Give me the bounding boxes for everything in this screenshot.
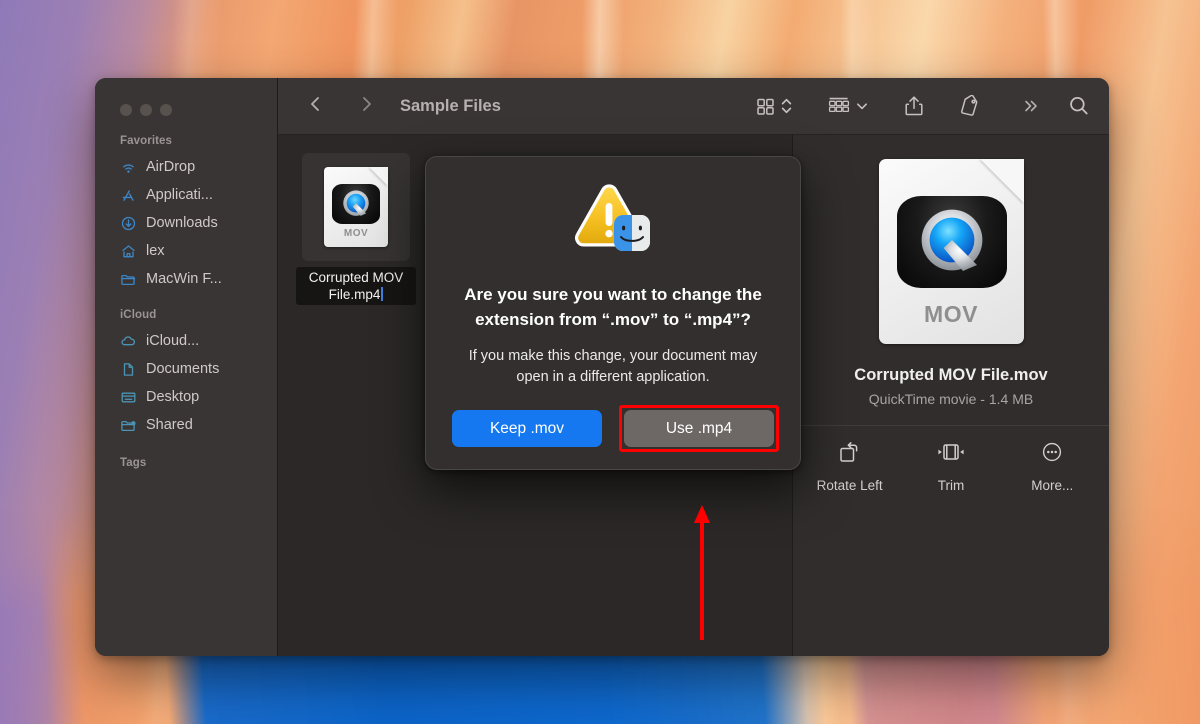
file-tile[interactable]: MOV Corrupted MOV File.mp4 — [296, 153, 416, 305]
preview-action-label: Rotate Left — [816, 478, 883, 493]
sidebar-item-shared[interactable]: Shared — [95, 411, 277, 439]
preview-pane: MOV Corrupted MOV File.mov QuickTime mov… — [792, 135, 1109, 656]
sidebar-item-label: Shared — [146, 417, 193, 433]
preview-metadata: QuickTime movie - 1.4 MB — [868, 391, 1034, 407]
annotation-arrow — [694, 505, 710, 640]
sidebar-item-documents[interactable]: Documents — [95, 355, 277, 383]
preview-filename: Corrupted MOV File.mov — [854, 366, 1048, 384]
downloads-icon — [120, 215, 137, 232]
sidebar-item-label: AirDrop — [146, 159, 196, 175]
preview-action-label: More... — [1031, 478, 1074, 493]
shared-folder-icon — [120, 417, 137, 434]
dialog-icon — [452, 181, 774, 264]
finder-sidebar: Favorites AirDrop Applicati... Downloads… — [95, 78, 278, 656]
group-by-icon — [827, 95, 851, 117]
more-button[interactable]: More... — [1004, 440, 1100, 493]
use-mp4-button[interactable]: Use .mp4 — [624, 410, 774, 447]
chevron-up-down-icon — [780, 95, 793, 117]
preview-action-label: Trim — [937, 478, 965, 493]
finder-warning-icon — [568, 181, 658, 264]
desktop-icon — [120, 389, 137, 406]
search-button[interactable] — [1067, 94, 1091, 118]
sidebar-section-title-tags: Tags — [120, 457, 147, 469]
sidebar-section-icloud: iCloud iCloud... Documents Desktop Share… — [95, 309, 277, 439]
minimize-button[interactable] — [140, 104, 152, 116]
page-title: Sample Files — [400, 96, 501, 115]
sidebar-item-label: iCloud... — [146, 333, 200, 349]
airdrop-icon — [120, 159, 137, 176]
view-options-control[interactable] — [755, 95, 793, 117]
text-cursor — [381, 287, 384, 301]
finder-toolbar: Sample Files — [278, 78, 1109, 135]
more-toolbar-button[interactable] — [1021, 96, 1041, 116]
file-thumbnail[interactable]: MOV — [302, 153, 410, 261]
sidebar-item-label: Downloads — [146, 215, 218, 231]
sidebar-item-label: Applicati... — [146, 187, 213, 203]
file-rename-value: Corrupted MOV File.mp4 — [308, 270, 404, 302]
sidebar-item-home[interactable]: lex — [95, 237, 277, 265]
sidebar-item-label: Desktop — [146, 389, 200, 405]
sidebar-section-title-favorites: Favorites — [120, 135, 173, 147]
trim-button[interactable]: Trim — [903, 440, 999, 493]
preview-actions: Rotate Left Trim More... — [793, 426, 1109, 493]
sidebar-item-downloads[interactable]: Downloads — [95, 209, 277, 237]
applications-icon — [120, 187, 137, 204]
quicktime-document-icon: MOV — [878, 159, 1024, 344]
tag-icon — [957, 95, 981, 117]
sidebar-section-tags: Tags — [95, 455, 277, 475]
share-button[interactable] — [903, 94, 925, 118]
use-mp4-button-wrap: Use .mp4 — [619, 405, 779, 452]
search-icon — [1067, 94, 1091, 118]
grid-view-icon — [755, 96, 776, 117]
maximize-button[interactable] — [160, 104, 172, 116]
document-icon — [120, 361, 137, 378]
tag-button[interactable] — [957, 95, 981, 117]
chevron-right-icon — [358, 94, 376, 119]
chevron-left-icon — [306, 94, 324, 119]
quicktime-document-icon: MOV — [324, 167, 388, 247]
sidebar-item-label: MacWin F... — [146, 271, 222, 287]
preview-file-type-label: MOV — [924, 301, 978, 327]
sidebar-item-desktop[interactable]: Desktop — [95, 383, 277, 411]
home-icon — [120, 243, 137, 260]
share-icon — [903, 94, 925, 118]
cloud-icon — [120, 333, 137, 350]
back-button[interactable] — [300, 94, 330, 119]
more-circle-icon — [1039, 440, 1065, 469]
extension-change-dialog: Are you sure you want to change the exte… — [425, 156, 801, 470]
double-chevron-right-icon — [1021, 96, 1041, 116]
trim-icon — [934, 440, 968, 469]
file-rename-input[interactable]: Corrupted MOV File.mp4 — [296, 267, 416, 305]
file-type-label: MOV — [343, 228, 369, 239]
rotate-left-icon — [837, 440, 863, 469]
sidebar-item-label: Documents — [146, 361, 220, 377]
group-by-control[interactable] — [827, 95, 869, 117]
rotate-left-button[interactable]: Rotate Left — [802, 440, 898, 493]
dialog-buttons: Keep .mov Use .mp4 — [452, 405, 779, 452]
sidebar-item-macwin-folder[interactable]: MacWin F... — [95, 265, 277, 293]
preview-file-icon: MOV — [878, 159, 1024, 344]
dialog-message: If you make this change, your document m… — [468, 348, 758, 385]
folder-icon — [120, 271, 137, 288]
sidebar-item-icloud-drive[interactable]: iCloud... — [95, 327, 277, 355]
sidebar-section-favorites: Favorites AirDrop Applicati... Downloads… — [95, 135, 277, 293]
sidebar-item-applications[interactable]: Applicati... — [95, 181, 277, 209]
sidebar-item-label: lex — [146, 243, 165, 259]
chevron-down-icon — [855, 99, 869, 113]
keep-mov-button[interactable]: Keep .mov — [452, 410, 602, 447]
sidebar-item-airdrop[interactable]: AirDrop — [95, 153, 277, 181]
sidebar-section-title-icloud: iCloud — [120, 309, 157, 321]
close-button[interactable] — [120, 104, 132, 116]
dialog-title: Are you sure you want to change the exte… — [464, 285, 762, 329]
traffic-lights — [95, 78, 277, 135]
forward-button[interactable] — [352, 94, 382, 119]
